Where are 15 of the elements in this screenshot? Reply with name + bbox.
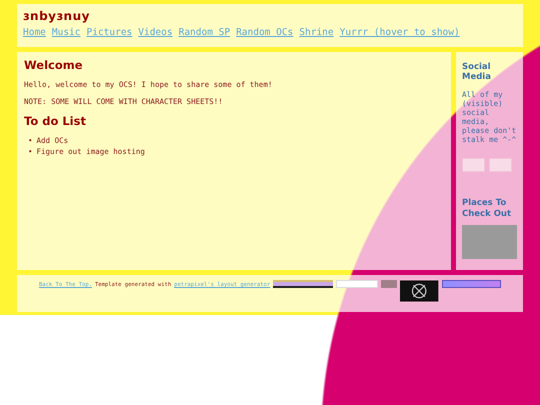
section-heading: To do List	[24, 114, 87, 128]
sidebar-heading: Social Media	[462, 62, 492, 82]
badge-image[interactable]	[273, 280, 333, 288]
nav-link[interactable]: Pictures	[86, 27, 132, 38]
nav-link[interactable]: Videos	[138, 27, 173, 38]
section-heading: Welcome	[24, 58, 84, 72]
nav-link[interactable]: Yurrr (hover to show)	[340, 27, 460, 38]
photo-placeholder[interactable]	[462, 224, 517, 259]
nav-link[interactable]: Random OCs	[236, 27, 294, 38]
nav-link[interactable]: Home	[23, 27, 46, 38]
nav-link[interactable]: Shrine	[299, 27, 334, 38]
nav-link[interactable]: Music	[52, 27, 80, 38]
site-title: ɜnbyɜnuy	[23, 9, 91, 23]
sidebar-heading: Places To Check Out	[462, 198, 512, 219]
nav-link[interactable]: Random SP	[178, 27, 230, 38]
